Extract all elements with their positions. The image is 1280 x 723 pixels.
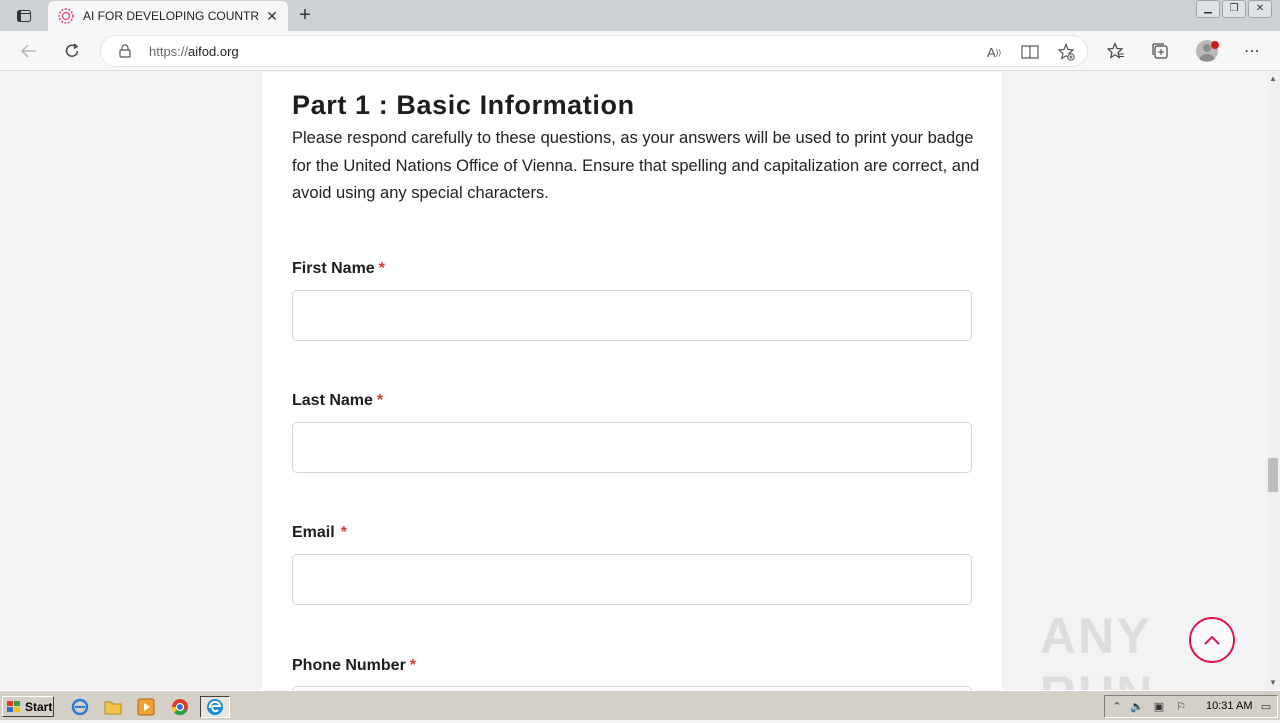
edge-taskbar-icon[interactable] bbox=[200, 696, 230, 718]
page-scrollbar[interactable]: ▲ ▼ bbox=[1266, 72, 1280, 690]
last-name-label: Last Name * bbox=[292, 392, 384, 409]
read-aloud-icon[interactable]: A)) bbox=[985, 43, 1003, 61]
restore-icon[interactable]: ❐ bbox=[1222, 0, 1246, 18]
show-desktop-icon[interactable]: ▭ bbox=[1258, 699, 1274, 715]
media-player-icon[interactable] bbox=[136, 697, 156, 717]
windows-taskbar: Start ⌃ 🔈 ▣ ⚐ 10:31 AM ▭ bbox=[0, 690, 1280, 720]
browser-toolbar: https://aifod.org A)) ⋯ bbox=[0, 31, 1280, 71]
required-mark: * bbox=[340, 524, 347, 541]
tab-strip: AI FOR DEVELOPING COUNTRIES ✕ + ▁ ❐ ✕ bbox=[0, 0, 1280, 31]
scroll-to-top-button[interactable] bbox=[1189, 617, 1235, 663]
collections-icon[interactable] bbox=[1149, 40, 1171, 62]
lock-icon[interactable] bbox=[119, 44, 131, 63]
network-icon[interactable]: ▣ bbox=[1151, 699, 1167, 715]
form-card: Part 1 : Basic Information Please respon… bbox=[262, 72, 1002, 690]
scrollbar-thumb[interactable] bbox=[1268, 458, 1278, 492]
profile-notification-dot bbox=[1211, 41, 1219, 49]
minimize-icon[interactable]: ▁ bbox=[1196, 0, 1220, 18]
system-tray: ⌃ 🔈 ▣ ⚐ 10:31 AM ▭ bbox=[1104, 695, 1278, 718]
back-arrow-icon[interactable] bbox=[16, 39, 42, 63]
email-label: Email * bbox=[292, 524, 347, 541]
file-explorer-icon[interactable] bbox=[103, 697, 123, 717]
page-title: Part 1 : Basic Information bbox=[292, 90, 635, 120]
page-viewport: Part 1 : Basic Information Please respon… bbox=[0, 72, 1266, 690]
tray-expand-icon[interactable]: ⌃ bbox=[1109, 699, 1125, 715]
url-text[interactable]: https://aifod.org bbox=[149, 44, 239, 59]
immersive-reader-icon[interactable] bbox=[1021, 43, 1039, 61]
close-tab-icon[interactable]: ✕ bbox=[264, 8, 280, 24]
windows-logo-icon bbox=[7, 700, 20, 712]
intro-text: Please respond carefully to these questi… bbox=[292, 129, 980, 202]
internet-explorer-icon[interactable] bbox=[70, 697, 90, 717]
action-center-flag-icon[interactable]: ⚐ bbox=[1173, 699, 1189, 715]
last-name-input[interactable] bbox=[292, 422, 972, 473]
chevron-up-icon bbox=[1204, 635, 1220, 645]
required-mark: * bbox=[376, 392, 384, 409]
scroll-up-arrow-icon[interactable]: ▲ bbox=[1266, 72, 1280, 86]
new-tab-button[interactable]: + bbox=[294, 5, 316, 27]
site-favicon-icon bbox=[58, 8, 74, 24]
more-options-icon[interactable]: ⋯ bbox=[1241, 40, 1263, 62]
refresh-icon[interactable] bbox=[59, 39, 85, 63]
taskbar-clock[interactable]: 10:31 AM bbox=[1206, 700, 1252, 712]
phone-number-label: Phone Number * bbox=[292, 657, 417, 674]
window-controls: ▁ ❐ ✕ bbox=[1196, 0, 1272, 18]
first-name-input[interactable] bbox=[292, 290, 972, 341]
browser-tab[interactable]: AI FOR DEVELOPING COUNTRIES ✕ bbox=[48, 1, 288, 31]
required-mark: * bbox=[409, 657, 417, 674]
required-mark: * bbox=[378, 260, 385, 277]
add-favorite-icon[interactable] bbox=[1057, 43, 1075, 61]
volume-icon[interactable]: 🔈 bbox=[1129, 699, 1145, 715]
first-name-label: First Name * bbox=[292, 260, 385, 277]
address-bar[interactable]: https://aifod.org A)) bbox=[100, 35, 1088, 67]
start-button[interactable]: Start bbox=[2, 696, 54, 717]
email-input[interactable] bbox=[292, 554, 972, 605]
close-window-icon[interactable]: ✕ bbox=[1248, 0, 1272, 18]
tab-title: AI FOR DEVELOPING COUNTRIES bbox=[83, 9, 259, 23]
favorites-icon[interactable] bbox=[1105, 40, 1127, 62]
start-label: Start bbox=[25, 699, 53, 714]
chrome-icon[interactable] bbox=[170, 697, 190, 717]
tab-actions-icon[interactable] bbox=[10, 7, 38, 25]
